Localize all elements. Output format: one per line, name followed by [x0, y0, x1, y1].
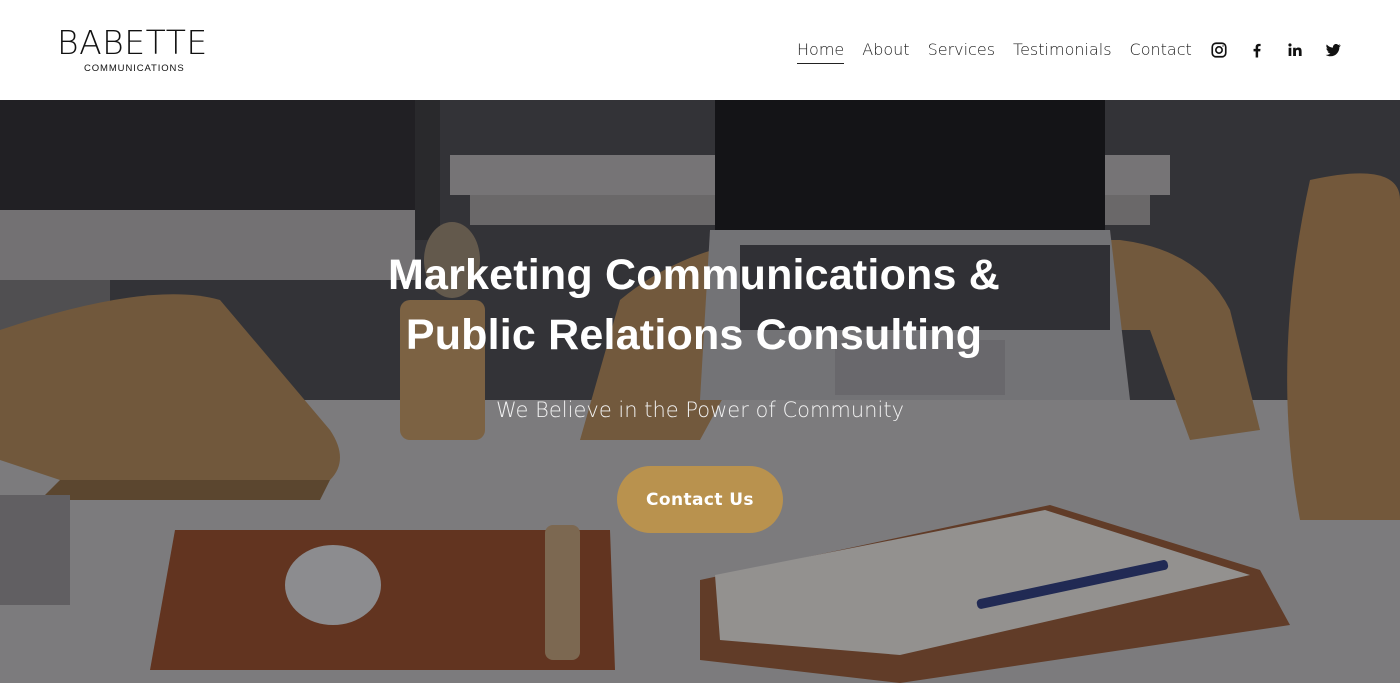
social-links: [1209, 40, 1361, 60]
hero-title: Marketing Communications & Public Relati…: [330, 245, 1058, 365]
contact-us-button[interactable]: Contact Us: [617, 466, 783, 533]
brand-logo[interactable]: BABETTE COMMUNICATIONS: [57, 26, 217, 76]
nav-home[interactable]: Home: [797, 39, 845, 64]
main-nav: Home About Services Testimonials Contact: [797, 39, 1210, 64]
linkedin-icon[interactable]: [1285, 40, 1305, 60]
brand-name: BABETTE: [57, 23, 208, 62]
hero-subtitle: We Believe in the Power of Community: [496, 398, 904, 422]
hero-title-line1: Marketing Communications &: [387, 251, 1001, 299]
facebook-icon[interactable]: [1247, 40, 1267, 60]
hero-section: Marketing Communications & Public Relati…: [0, 100, 1400, 683]
nav-contact[interactable]: Contact: [1130, 39, 1192, 64]
nav-testimonials[interactable]: Testimonials: [1013, 39, 1112, 64]
nav-about[interactable]: About: [862, 39, 909, 64]
hero-title-line2: Public Relations Consulting: [405, 311, 983, 359]
hero-overlay: [0, 100, 1400, 683]
brand-tagline: COMMUNICATIONS: [84, 63, 185, 74]
site-header: BABETTE COMMUNICATIONS Home About Servic…: [0, 0, 1400, 100]
twitter-icon[interactable]: [1323, 40, 1343, 60]
nav-services[interactable]: Services: [928, 39, 995, 64]
instagram-icon[interactable]: [1209, 40, 1229, 60]
